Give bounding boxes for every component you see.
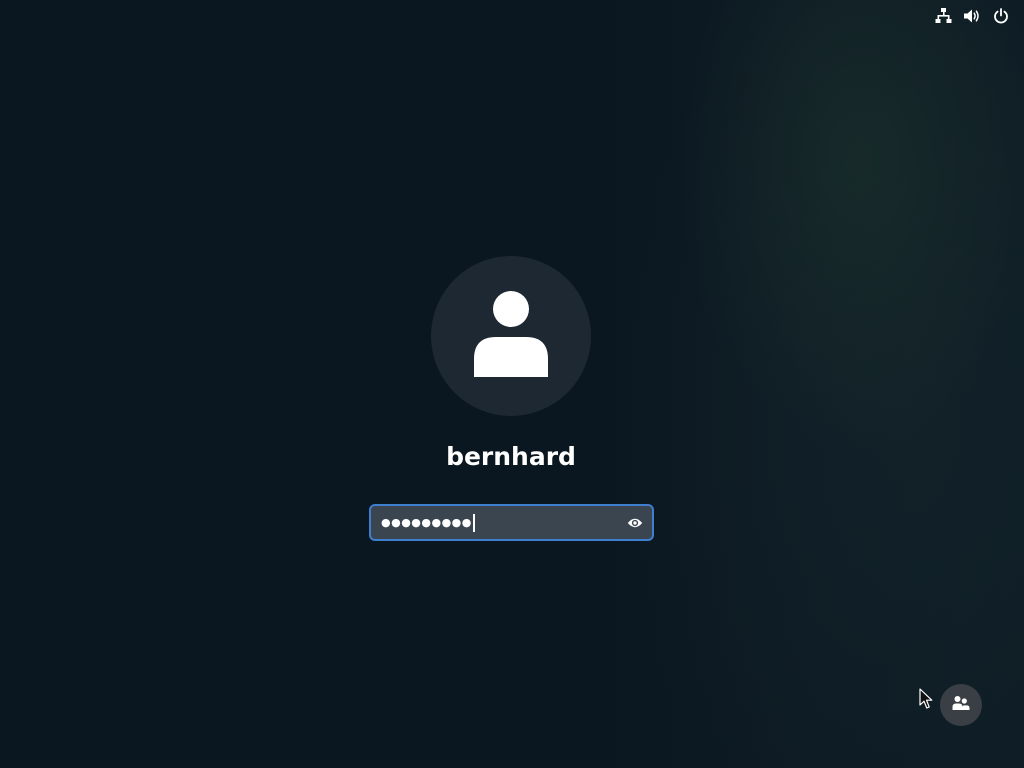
switch-user-button[interactable] — [940, 684, 982, 726]
user-avatar-icon — [474, 291, 548, 381]
password-dots: ●●●●●●●●● — [381, 516, 472, 529]
network-wired-icon[interactable] — [934, 6, 952, 26]
reveal-password-button[interactable] — [624, 512, 646, 534]
power-icon[interactable] — [992, 6, 1010, 26]
eye-icon — [627, 514, 643, 533]
system-tray — [934, 6, 1010, 26]
mouse-pointer — [919, 688, 933, 710]
username-label: bernhard — [446, 442, 576, 471]
password-input[interactable]: ●●●●●●●●● — [369, 504, 654, 541]
users-icon — [952, 695, 970, 715]
password-masked-value: ●●●●●●●●● — [381, 506, 475, 539]
user-avatar — [431, 256, 591, 416]
text-caret — [472, 514, 475, 532]
volume-icon[interactable] — [963, 6, 981, 26]
